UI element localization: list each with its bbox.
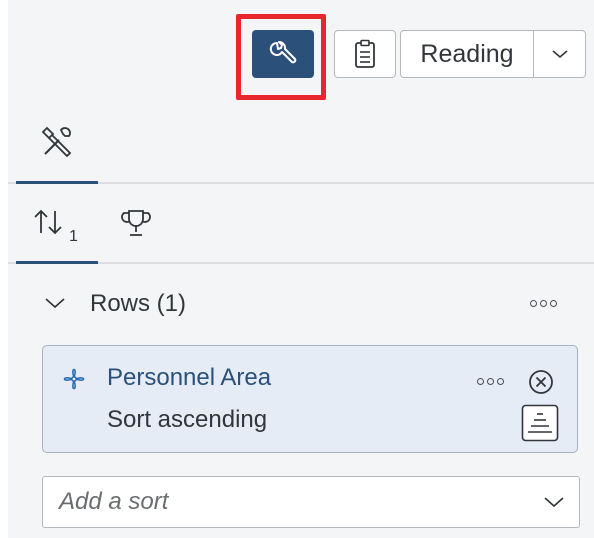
chevron-down-icon[interactable] [543, 495, 565, 509]
svg-text:1: 1 [69, 228, 78, 243]
rows-section-header: Rows (1) [8, 272, 594, 334]
toolbar: Reading [8, 0, 594, 102]
sort-order-icon[interactable] [521, 404, 559, 442]
sort-panel: Reading 1 Rows (1) Personnel Area Sort a… [8, 0, 594, 538]
chevron-down-icon[interactable] [44, 296, 66, 310]
trophy-icon [120, 207, 152, 239]
sort-icon: 1 [29, 203, 85, 243]
remove-icon[interactable] [527, 368, 555, 396]
add-sort-placeholder: Add a sort [59, 488, 169, 515]
primary-tab-bar [8, 102, 594, 184]
more-icon[interactable] [530, 300, 557, 307]
view-mode-dropdown-button[interactable] [534, 31, 585, 77]
dimension-name: Personnel Area [107, 364, 272, 391]
chevron-down-icon [551, 48, 569, 60]
clipboard-button[interactable] [334, 30, 396, 78]
sort-direction: Sort ascending [107, 406, 268, 433]
wrench-icon [268, 39, 298, 69]
clipboard-icon [353, 39, 377, 69]
view-mode-value: Reading [401, 31, 534, 77]
dimension-icon [59, 364, 89, 394]
tab-ranking[interactable] [108, 184, 164, 262]
tools-button[interactable] [252, 30, 314, 78]
tools-icon [39, 124, 75, 160]
add-sort-select[interactable]: Add a sort [42, 476, 580, 528]
tab-tools[interactable] [16, 102, 98, 184]
sort-item-card[interactable]: Personnel Area Sort ascending [42, 345, 578, 453]
view-mode-select[interactable]: Reading [400, 30, 586, 78]
more-icon[interactable] [477, 378, 504, 385]
secondary-tab-bar: 1 [8, 184, 594, 264]
tab-sort[interactable]: 1 [16, 184, 98, 264]
rows-section-title: Rows (1) [90, 290, 187, 317]
